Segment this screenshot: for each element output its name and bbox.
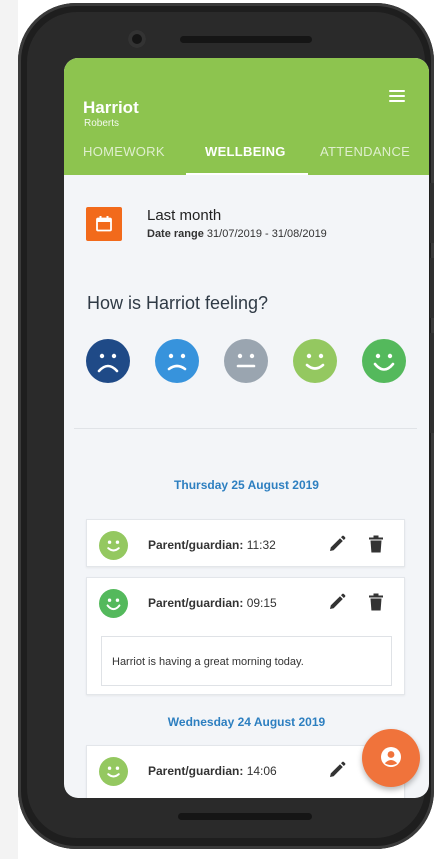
student-last-name: Roberts	[84, 118, 120, 129]
entry-note-box: Harriot is having a great morning today.	[101, 636, 392, 686]
entry-time: 09:15	[246, 596, 277, 610]
active-tab-indicator	[186, 173, 308, 175]
happy-face-icon	[293, 339, 337, 383]
entry-author-time: Parent/guardian: 14:06	[148, 764, 277, 778]
volume-down-button	[430, 258, 434, 318]
entry-mood-face	[99, 757, 128, 786]
bottom-speaker	[178, 813, 312, 820]
mood-very-sad-button[interactable]	[86, 339, 130, 383]
date-range-title: Last month	[147, 207, 222, 224]
mood-neutral-button[interactable]	[224, 339, 268, 383]
wellbeing-entry-card[interactable]: Parent/guardian: 09:15 Harriot is having…	[86, 577, 405, 695]
entry-author: Parent/guardian:	[148, 764, 244, 778]
happy-face-icon	[99, 531, 128, 560]
day-heading: Wednesday 24 August 2019	[167, 715, 326, 729]
sad-face-icon	[155, 339, 199, 383]
entry-author: Parent/guardian:	[148, 596, 244, 610]
neutral-face-icon	[224, 339, 268, 383]
date-range-value: 31/07/2019 - 31/08/2019	[206, 228, 327, 240]
pencil-icon[interactable]	[328, 593, 346, 611]
calendar-icon	[96, 216, 112, 232]
entry-mood-face	[99, 531, 128, 560]
pencil-icon[interactable]	[328, 535, 346, 553]
trash-icon[interactable]	[368, 593, 384, 611]
front-camera	[128, 30, 146, 48]
entry-author-time: Parent/guardian: 11:32	[148, 538, 276, 552]
entry-time: 14:06	[246, 764, 277, 778]
tab-wellbeing[interactable]: WELLBEING	[205, 144, 286, 159]
page-background-strip	[0, 0, 18, 859]
section-divider	[74, 428, 417, 429]
person-icon	[381, 747, 401, 767]
tab-bar: HOMEWORK WELLBEING ATTENDANCE	[64, 140, 429, 175]
add-entry-fab[interactable]	[362, 729, 420, 787]
entry-author: Parent/guardian:	[148, 538, 244, 552]
date-range-button[interactable]	[86, 207, 122, 241]
phone-frame: Harriot Roberts HOMEWORK WELLBEING ATTEN…	[18, 3, 434, 849]
day-heading: Thursday 25 August 2019	[174, 478, 319, 492]
entry-time: 11:32	[246, 538, 276, 552]
app-screen: Harriot Roberts HOMEWORK WELLBEING ATTEN…	[64, 58, 429, 798]
volume-up-button	[430, 183, 434, 243]
feeling-question: How is Harriot feeling?	[87, 293, 269, 313]
student-first-name: Harriot	[83, 98, 139, 117]
wellbeing-entry-card[interactable]: Parent/guardian: 14:06	[86, 745, 405, 798]
earpiece-speaker	[180, 36, 312, 43]
mood-very-happy-button[interactable]	[362, 339, 406, 383]
entry-mood-face	[99, 589, 128, 618]
happy-face-icon	[99, 757, 128, 786]
date-range-label: Date range	[147, 228, 204, 240]
entry-note: Harriot is having a great morning today.	[112, 656, 304, 668]
very-happy-face-icon	[362, 339, 406, 383]
pencil-icon[interactable]	[328, 761, 346, 779]
hamburger-menu-icon[interactable]	[389, 90, 405, 102]
mood-happy-button[interactable]	[293, 339, 337, 383]
app-header: Harriot Roberts HOMEWORK WELLBEING ATTEN…	[64, 58, 429, 175]
very-sad-face-icon	[86, 339, 130, 383]
mood-sad-button[interactable]	[155, 339, 199, 383]
power-button	[430, 333, 434, 433]
wellbeing-entry-card[interactable]: Parent/guardian: 11:32	[86, 519, 405, 567]
tab-attendance[interactable]: ATTENDANCE	[320, 144, 410, 159]
trash-icon[interactable]	[368, 535, 384, 553]
entry-author-time: Parent/guardian: 09:15	[148, 596, 277, 610]
date-range-line: Date range 31/07/2019 - 31/08/2019	[147, 228, 327, 240]
tab-homework[interactable]: HOMEWORK	[83, 144, 165, 159]
very-happy-face-icon	[99, 589, 128, 618]
